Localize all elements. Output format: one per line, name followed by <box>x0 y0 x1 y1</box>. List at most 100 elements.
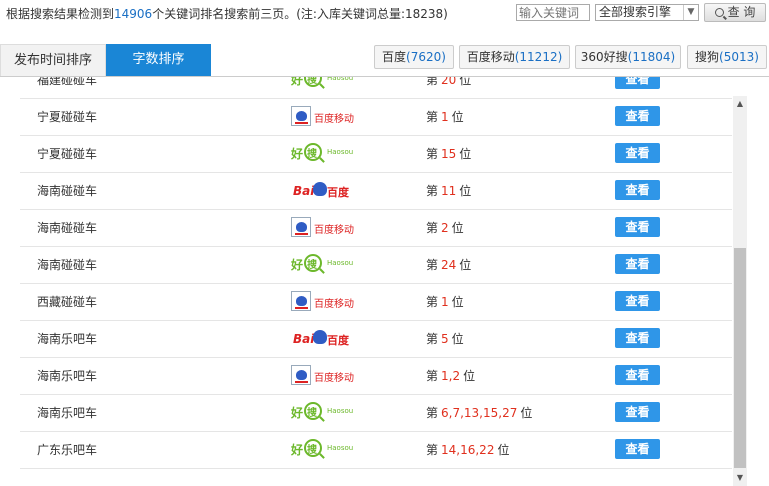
rank-prefix: 第 <box>426 295 439 309</box>
baidu-paw-icon <box>291 365 311 385</box>
keyword-cell: 海南碰碰车 <box>37 221 98 235</box>
tab-sort-by-time[interactable]: 发布时间排序 <box>0 44 106 76</box>
rank-prefix: 第 <box>426 77 439 87</box>
haosou-logo-hao: 好 <box>291 258 304 272</box>
rank-value: 24 <box>441 258 457 272</box>
summary-prefix: 根据搜索结果检测到 <box>6 7 115 21</box>
rank-suffix: 位 <box>451 332 464 346</box>
result-summary: 根据搜索结果检测到14906个关键词排名搜索前三页。(注:入库关键词总量:182… <box>6 5 448 22</box>
haosou-logo-en: Haosou <box>327 407 354 415</box>
rank-value: 5 <box>441 332 449 346</box>
table-row: 海南碰碰车 好搜 Haosou 第 24 位 查看 <box>20 246 732 284</box>
view-button[interactable]: 查看 <box>615 143 660 163</box>
baidu-paw-icon <box>291 291 311 311</box>
keyword-cell: 广东乐吧车 <box>37 443 98 457</box>
rank-value: 1,2 <box>441 369 461 383</box>
table-row: 海南乐吧车 百度移动 第 1,2 位 查看 <box>20 357 732 395</box>
tab-sort-by-length[interactable]: 字数排序 <box>106 44 211 76</box>
engine-filter-360[interactable]: 360好搜(11804) <box>575 45 681 69</box>
haosou-logo-sou: 搜 <box>307 445 317 456</box>
scrollbar-thumb[interactable] <box>734 248 746 468</box>
rank-value: 1 <box>441 110 449 124</box>
haosou-logo-hao: 好 <box>291 406 304 420</box>
rank-value: 2 <box>441 221 449 235</box>
view-button[interactable]: 查看 <box>615 439 660 459</box>
baidu-mobile-logo-text: 百度移动 <box>314 373 354 384</box>
rank-cell: 第1位 <box>426 108 464 125</box>
table-row: 海南乐吧车 Bai 百度 第 5 位 查看 <box>20 320 732 358</box>
haosou-logo-sou: 搜 <box>307 260 317 271</box>
baidu-logo-bai: Bai <box>293 184 315 198</box>
engine-count: (5013) <box>719 50 759 64</box>
view-button[interactable]: 查看 <box>615 402 660 422</box>
engine-filter-sogou[interactable]: 搜狗(5013) <box>687 45 767 69</box>
rank-suffix: 位 <box>451 221 464 235</box>
keyword-cell: 海南碰碰车 <box>37 258 98 272</box>
baidu-paw-icon <box>313 330 327 344</box>
keyword-search-input[interactable] <box>516 4 590 21</box>
rank-cell: 第5位 <box>426 330 464 347</box>
baidu-mobile-logo-icon: 百度移动 <box>291 106 354 128</box>
summary-text: 个关键词排名搜索前三页。 <box>152 7 297 21</box>
rank-prefix: 第 <box>426 221 439 235</box>
view-button[interactable]: 查看 <box>615 328 660 348</box>
table-row: 海南乐吧车 好搜 Haosou 第 6,7,13,15,27 位 查看 <box>20 394 732 432</box>
top-bar: 根据搜索结果检测到14906个关键词排名搜索前三页。(注:入库关键词总量:182… <box>0 0 769 26</box>
table-row: 海南碰碰车 Bai 百度 第 11 位 查看 <box>20 172 732 210</box>
view-button[interactable]: 查看 <box>615 180 660 200</box>
rank-cell: 第 14,16,22 位 <box>426 441 509 458</box>
rank-suffix: 位 <box>459 184 472 198</box>
query-button[interactable]: 查 询 <box>704 3 766 22</box>
haosou-logo-hao: 好 <box>291 77 304 87</box>
keyword-cell: 海南乐吧车 <box>37 369 98 383</box>
search-icon <box>714 8 724 17</box>
baidu-paw-icon <box>291 106 311 126</box>
baidu-paw-icon <box>313 182 327 196</box>
engine-filter-baidu[interactable]: 百度(7620) <box>374 45 454 69</box>
table-row: 海南碰碰车 百度移动 第 2 位 查看 <box>20 209 732 247</box>
rank-value: 11 <box>441 184 457 198</box>
rank-suffix: 位 <box>459 147 472 161</box>
rank-prefix: 第 <box>426 147 439 161</box>
engine-name: 360好搜 <box>580 50 628 64</box>
haosou-logo-icon: 好搜 Haosou <box>291 143 353 165</box>
table-row: 西藏碰碰车 百度移动 第 1 位 查看 <box>20 283 732 321</box>
baidu-logo-icon: Bai 百度 <box>291 180 353 202</box>
engine-filter-baidu-mobile[interactable]: 百度移动(11212) <box>459 45 570 69</box>
rank-suffix: 位 <box>520 406 533 420</box>
keyword-cell: 福建碰碰车 <box>37 77 98 87</box>
scrollbar[interactable]: ▲ ▼ <box>733 96 747 486</box>
view-button[interactable]: 查看 <box>615 291 660 311</box>
baidu-paw-icon <box>291 217 311 237</box>
baidu-logo-icon: Bai 百度 <box>291 328 353 350</box>
results-list: 福建碰碰车好搜 Haosou 第 20 位查看 宁夏碰碰车 百度移动第 1 位查看 宁夏碰碰车好搜… <box>20 77 732 486</box>
keyword-cell: 海南乐吧车 <box>37 406 98 420</box>
baidu-mobile-logo-text: 百度移动 <box>314 225 354 236</box>
rank-value: 15 <box>441 147 457 161</box>
engine-select[interactable]: 全部搜索引擎 ▼ <box>595 4 699 21</box>
rank-value: 20 <box>441 77 457 87</box>
rank-prefix: 第 <box>426 184 439 198</box>
haosou-logo-en: Haosou <box>327 259 354 267</box>
scroll-down-icon[interactable]: ▼ <box>733 470 747 486</box>
scroll-up-icon[interactable]: ▲ <box>733 96 747 112</box>
view-button[interactable]: 查看 <box>615 365 660 385</box>
rank-suffix: 位 <box>463 369 476 383</box>
chevron-down-icon[interactable]: ▼ <box>683 5 698 20</box>
rank-prefix: 第 <box>426 443 439 457</box>
rank-prefix: 第 <box>426 406 439 420</box>
view-button[interactable]: 查看 <box>615 217 660 237</box>
baidu-mobile-logo-icon: 百度移动 <box>291 365 354 387</box>
view-button[interactable]: 查看 <box>615 106 660 126</box>
view-button[interactable]: 查看 <box>615 254 660 274</box>
haosou-logo-hao: 好 <box>291 443 304 457</box>
rank-prefix: 第 <box>426 110 439 124</box>
engine-name: 百度 <box>382 50 407 64</box>
haosou-logo-hao: 好 <box>291 147 304 161</box>
view-button[interactable]: 查看 <box>615 77 660 89</box>
rank-suffix: 位 <box>459 77 472 87</box>
baidu-logo-du: 百度 <box>327 334 349 347</box>
haosou-logo-sou: 搜 <box>307 408 317 419</box>
rank-prefix: 第 <box>426 258 439 272</box>
rank-cell: 第 24 位 <box>426 256 471 273</box>
